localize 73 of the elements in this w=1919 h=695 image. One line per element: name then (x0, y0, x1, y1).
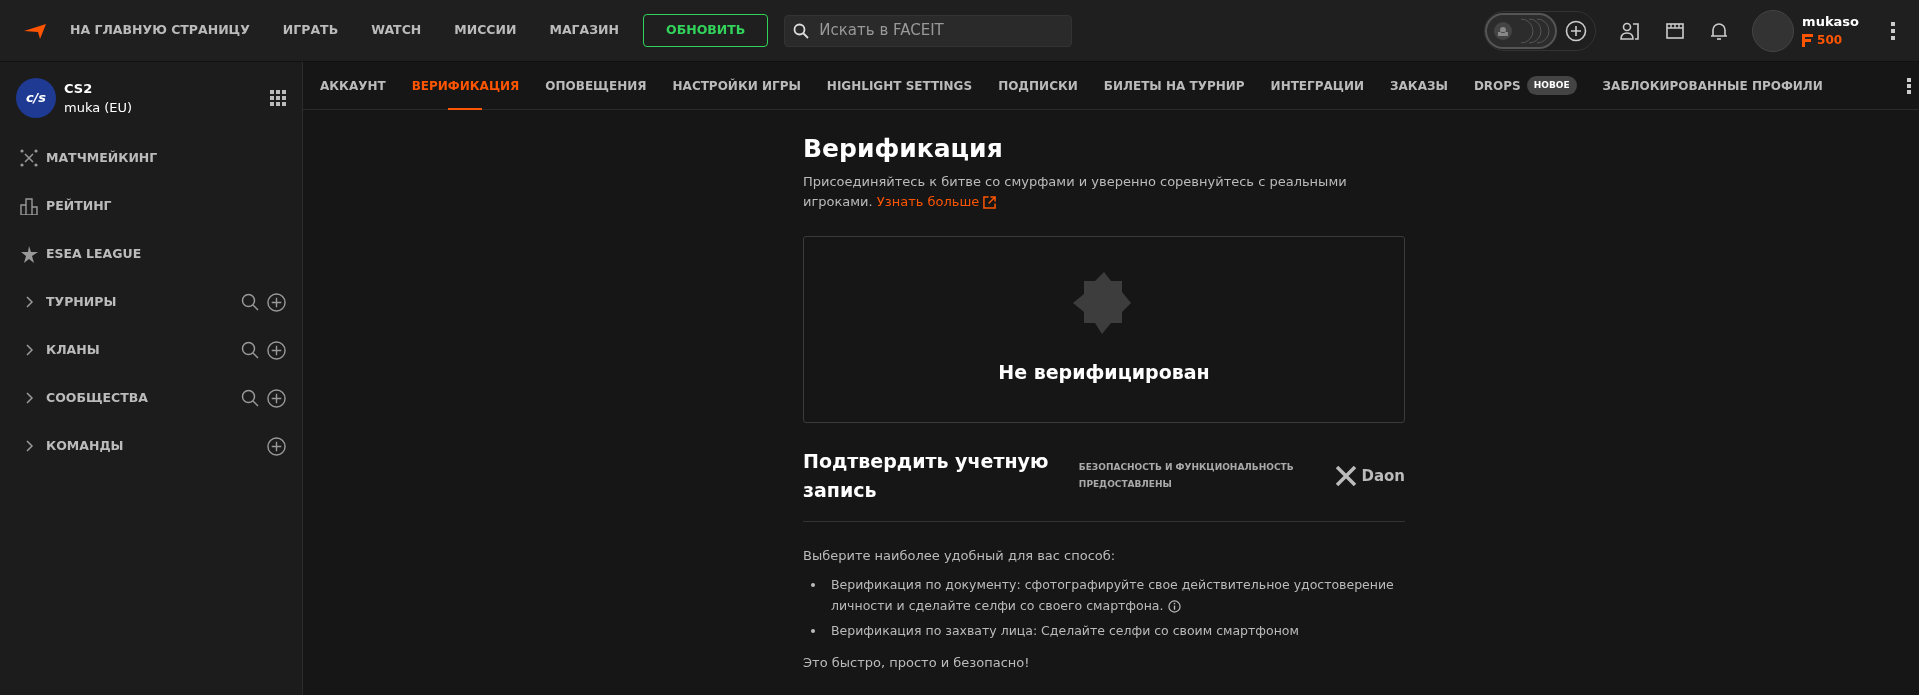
upgrade-button[interactable]: ОБНОВИТЬ (643, 14, 769, 47)
add-icon[interactable] (267, 436, 286, 456)
sidebar-group[interactable]: КОМАНДЫ (46, 422, 124, 470)
game-title: CS2 (64, 79, 94, 98)
search-icon[interactable] (241, 389, 259, 407)
search-icon[interactable] (241, 341, 259, 359)
add-icon[interactable] (1565, 19, 1588, 42)
status-label: Не верифицирован (998, 360, 1210, 386)
description: Присоединяйтесь к битве со смурфами и уверенно соревнуйтесь с реальными игроками. Узнать больше (803, 173, 1348, 211)
search-icon[interactable] (241, 293, 259, 311)
sidebar-link[interactable]: ESEA LEAGUE (46, 230, 142, 278)
sidebar-group[interactable]: ТУРНИРЫ (46, 278, 117, 326)
region-label: muka (EU) (64, 99, 133, 117)
points-icon (1802, 33, 1814, 47)
add-icon[interactable] (267, 388, 286, 408)
tab[interactable]: ОПОВЕЩЕНИЯ (532, 61, 660, 110)
notifications-icon[interactable] (1710, 20, 1729, 41)
username: mukaso (1802, 12, 1859, 31)
provider-note: БЕЗОПАСНОСТЬ И ФУНКЦИОНАЛЬНОСТЬ ПРЕДОСТАВЛЕНЫ (1078, 461, 1295, 491)
ranking-icon (20, 197, 38, 215)
tab[interactable]: ВЕРИФИКАЦИЯ (398, 61, 533, 110)
party-slots-drawing[interactable] (1485, 12, 1558, 49)
sidebar-group[interactable]: СООБЩЕСТВА (46, 374, 148, 422)
nav-link[interactable]: НА ГЛАВНУЮ СТРАНИЦУ (70, 21, 250, 40)
external-link-icon (983, 196, 997, 209)
apps-grid-icon[interactable] (270, 90, 286, 106)
matchmaking-icon (20, 149, 38, 167)
nav-link[interactable]: WATCH (371, 21, 422, 40)
method-text: Верификация по захвату лица: Сделайте селфи со своим смартфоном (831, 622, 1299, 640)
points-balance: 500 (1817, 32, 1843, 50)
tab[interactable]: ЗАКАЗЫ (1377, 61, 1461, 110)
info-icon[interactable] (1167, 600, 1181, 613)
page-title: Верификация (803, 134, 1004, 164)
nav-link[interactable]: МИССИИ (454, 21, 517, 40)
tab[interactable]: ЗАБЛОКИРОВАННЫЕ ПРОФИЛИ (1589, 61, 1836, 110)
method-text: Верификация по документу: сфотографируйте свое действительное удостоверение личности и сделайте селфи со своего смартфона. (831, 576, 1395, 615)
sidebar-link[interactable]: РЕЙТИНГ (46, 182, 112, 230)
tab[interactable]: БИЛЕТЫ НА ТУРНИР (1090, 61, 1258, 110)
logo-icon[interactable] (24, 22, 46, 39)
game-logo[interactable]: c/s (16, 78, 56, 118)
bullet-icon (811, 583, 815, 587)
search-input[interactable]: Искать в FACEIT (817, 18, 1064, 43)
tab[interactable]: НАСТРОЙКИ ИГРЫ (659, 61, 814, 110)
chevron-icon[interactable] (24, 296, 34, 308)
search-field[interactable]: Искать в FACEIT (784, 14, 1073, 47)
more-icon[interactable] (1907, 77, 1911, 94)
nav-link[interactable]: МАГАЗИН (549, 21, 619, 40)
sidebar-link[interactable]: МАТЧМЕЙКИНГ (46, 134, 158, 182)
chevron-icon[interactable] (24, 344, 34, 356)
add-icon[interactable] (267, 340, 286, 360)
nav-link[interactable]: ИГРАТЬ (282, 21, 339, 40)
window-icon[interactable] (1666, 21, 1685, 40)
add-icon[interactable] (267, 292, 286, 312)
tab[interactable]: ПОДПИСКИ (985, 61, 1091, 110)
star-icon (20, 245, 38, 263)
chevron-icon[interactable] (24, 392, 34, 404)
tab[interactable]: HIGHLIGHT SETTINGS (813, 61, 986, 110)
search-icon (793, 22, 810, 39)
x-mark-icon (1335, 466, 1358, 486)
chevron-icon[interactable] (24, 440, 34, 452)
section-title: Подтвердить учетную запись (803, 449, 1050, 503)
tab[interactable]: ИНТЕГРАЦИИ (1257, 61, 1377, 110)
tab[interactable]: DROPS НОВОЕ (1460, 61, 1590, 110)
more-icon[interactable] (1891, 21, 1895, 40)
intro-text: Выберите наиболее удобный для вас способ: (803, 547, 1117, 565)
new-badge: НОВОЕ (1526, 75, 1577, 96)
sidebar-group[interactable]: КЛАНЫ (46, 326, 100, 374)
friends-icon[interactable] (1620, 20, 1641, 41)
learn-more-link[interactable]: Узнать больше (876, 194, 997, 209)
provider-logo: Daon (1335, 464, 1405, 488)
footer-text: Это быстро, просто и безопасно! (803, 654, 1031, 672)
tab[interactable]: АККАУНТ (307, 61, 399, 110)
bullet-icon (811, 629, 815, 633)
